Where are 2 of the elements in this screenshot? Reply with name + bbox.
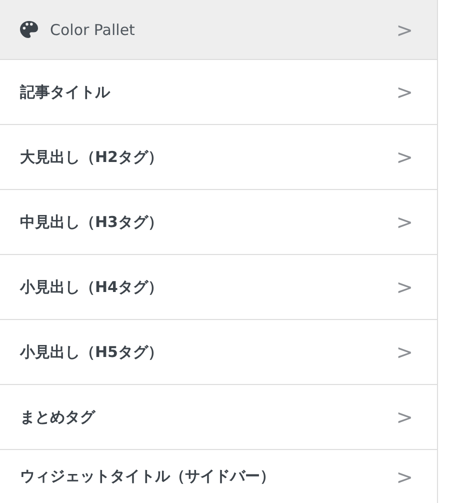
color-pallet-section[interactable]: Color Pallet >	[0, 0, 437, 60]
palette-icon	[20, 21, 38, 38]
